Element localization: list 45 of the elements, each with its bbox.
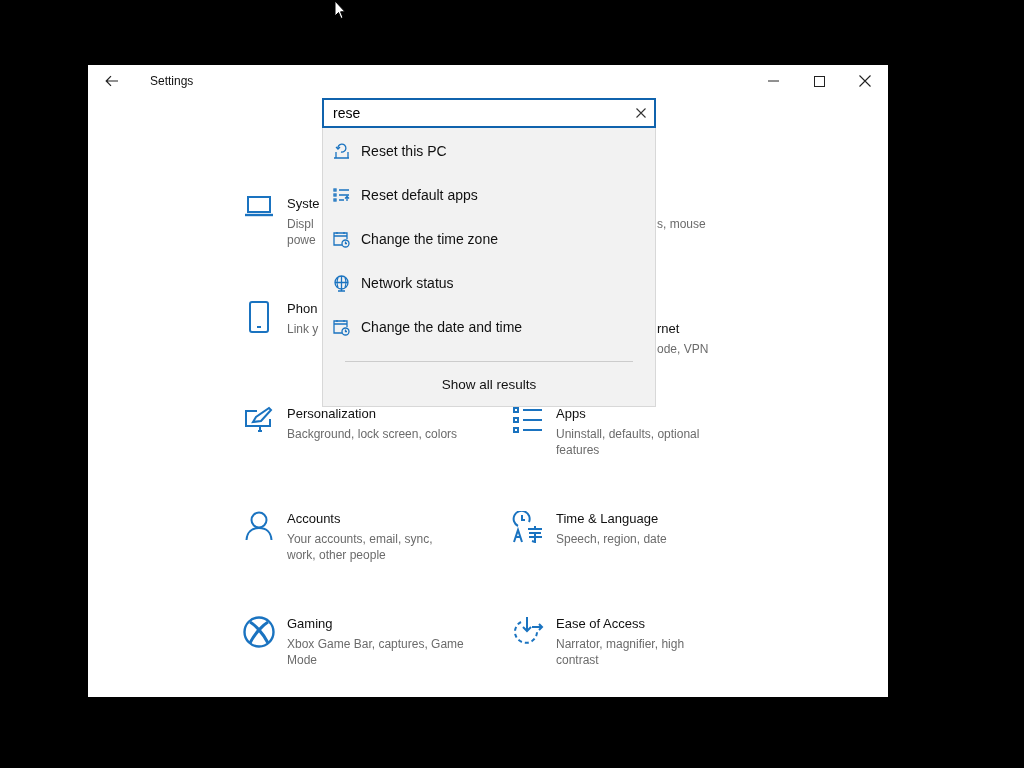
category-title[interactable]: Accounts bbox=[287, 509, 433, 529]
category-description: Xbox Game Bar, captures, Game Mode bbox=[287, 636, 464, 668]
clear-icon[interactable] bbox=[636, 108, 646, 118]
category-description: Background, lock screen, colors bbox=[287, 426, 458, 442]
category-title[interactable]: rnet bbox=[657, 319, 709, 339]
category-description: Uninstall, defaults, optional features bbox=[556, 426, 700, 458]
category-title[interactable]: Personalization bbox=[287, 404, 458, 424]
category-description: Speech, region, date bbox=[556, 531, 667, 547]
suggestion-item[interactable]: Reset this PC bbox=[323, 129, 655, 173]
person-icon bbox=[245, 511, 273, 541]
search-field[interactable]: rese bbox=[322, 98, 656, 128]
calendar-clock-icon bbox=[333, 230, 350, 248]
list-arrow-icon bbox=[333, 188, 350, 202]
maximize-icon bbox=[813, 75, 825, 87]
accessibility-icon bbox=[512, 616, 544, 646]
laptop-icon bbox=[244, 196, 274, 218]
category-title[interactable]: Ease of Access bbox=[556, 614, 685, 634]
category-description: Link y bbox=[287, 321, 319, 337]
phone-icon bbox=[249, 301, 269, 333]
category-description: ode, VPN bbox=[657, 341, 709, 357]
category-description: Displ powe bbox=[287, 216, 317, 248]
category-title[interactable]: Gaming bbox=[287, 614, 464, 634]
category-title[interactable]: Phon bbox=[287, 299, 319, 319]
category-title[interactable]: Apps bbox=[556, 404, 700, 424]
suggestion-item[interactable]: Change the date and time bbox=[323, 305, 655, 349]
list-icon bbox=[513, 406, 543, 434]
category-title[interactable]: Syste bbox=[287, 194, 320, 214]
suggestion-item[interactable]: Network status bbox=[323, 261, 655, 305]
back-arrow-icon bbox=[105, 75, 119, 87]
minimize-icon bbox=[767, 80, 779, 82]
category-title[interactable]: Time & Language bbox=[556, 509, 667, 529]
clock-language-icon bbox=[512, 511, 544, 543]
suggestion-item[interactable]: Change the time zone bbox=[323, 217, 655, 261]
category-description: s, mouse bbox=[657, 216, 706, 232]
category-description: Narrator, magnifier, high contrast bbox=[556, 636, 685, 668]
reset-pc-icon bbox=[333, 143, 350, 159]
calendar-clock-icon bbox=[333, 318, 350, 336]
category-description: Your accounts, email, sync, work, other people bbox=[287, 531, 433, 563]
close-icon bbox=[859, 75, 871, 87]
monitor-brush-icon bbox=[244, 406, 274, 434]
window-title: Settings bbox=[150, 74, 194, 88]
globe-monitor-icon bbox=[333, 274, 350, 292]
show-all-results-link[interactable]: Show all results bbox=[323, 362, 655, 406]
xbox-icon bbox=[243, 616, 275, 648]
suggestion-item[interactable]: Reset default apps bbox=[323, 173, 655, 217]
